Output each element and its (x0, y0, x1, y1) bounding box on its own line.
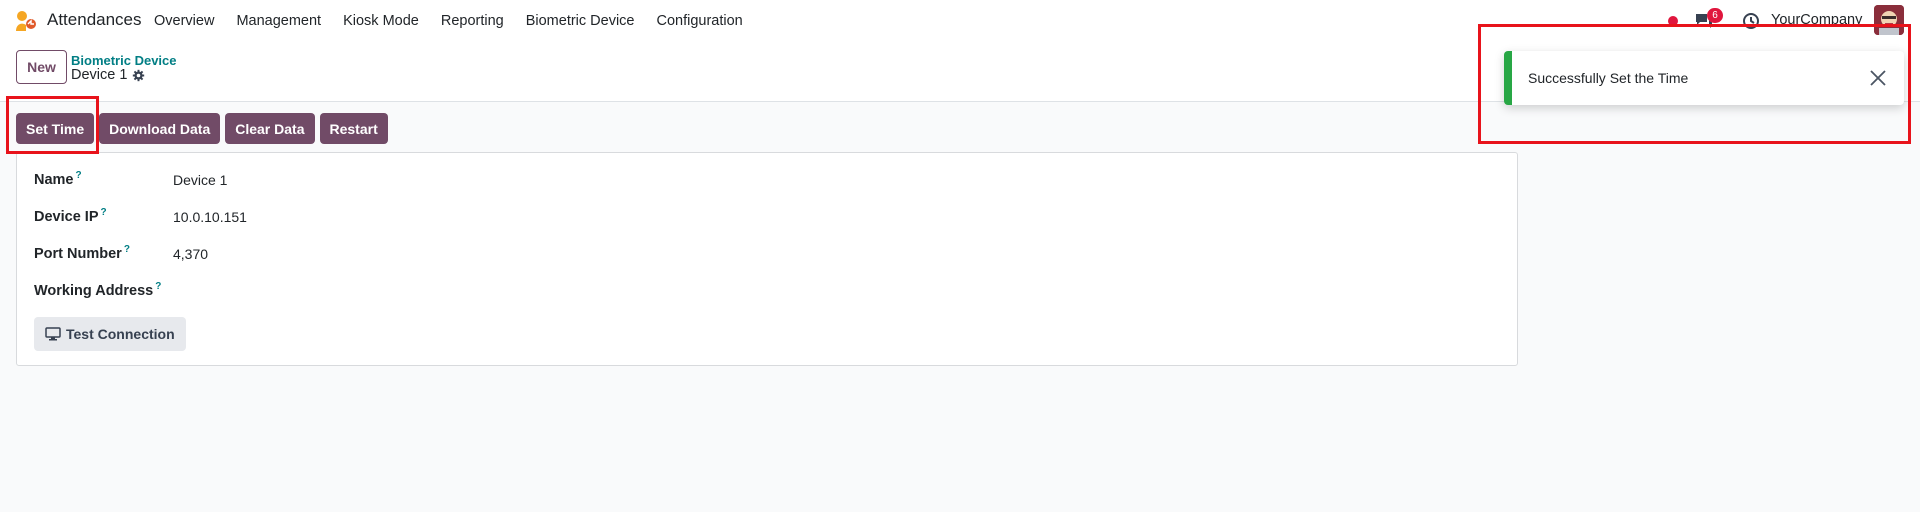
field-label: Working Address? (34, 281, 194, 299)
field-label-text: Name (34, 171, 74, 188)
app-name[interactable]: Attendances (47, 10, 142, 30)
highlight-box-notification (1478, 24, 1911, 144)
record-title: Device 1 (71, 67, 145, 83)
help-tooltip-icon[interactable]: ? (76, 170, 82, 181)
main-menu: Overview Management Kiosk Mode Reporting… (154, 0, 765, 42)
field-port-number: Port Number? 4,370 (34, 244, 208, 262)
menu-overview[interactable]: Overview (154, 13, 214, 29)
test-connection-button[interactable]: Test Connection (34, 317, 186, 351)
menu-reporting[interactable]: Reporting (441, 13, 504, 29)
clear-data-button[interactable]: Clear Data (225, 113, 315, 144)
field-label-text: Working Address (34, 282, 154, 299)
highlight-box-set-time (6, 96, 99, 154)
field-label: Device IP? (34, 207, 173, 225)
download-data-button[interactable]: Download Data (99, 113, 221, 144)
name-field[interactable]: Device 1 (173, 170, 227, 188)
field-label: Name? (34, 170, 173, 188)
monitor-icon (45, 327, 61, 341)
field-name: Name? Device 1 (34, 170, 227, 188)
field-label-text: Port Number (34, 245, 122, 262)
gear-icon[interactable] (132, 69, 145, 82)
menu-configuration[interactable]: Configuration (657, 13, 743, 29)
field-working-address: Working Address? (34, 281, 194, 299)
breadcrumb-biometric-device[interactable]: Biometric Device (71, 53, 177, 68)
attendances-app-icon[interactable] (14, 9, 38, 33)
field-device-ip: Device IP? 10.0.10.151 (34, 207, 247, 225)
help-tooltip-icon[interactable]: ? (124, 244, 130, 255)
chat-count-badge: 6 (1707, 8, 1723, 23)
test-connection-label: Test Connection (66, 326, 175, 342)
port-number-field[interactable]: 4,370 (173, 244, 208, 262)
field-label-text: Device IP (34, 208, 99, 225)
field-label: Port Number? (34, 244, 173, 262)
help-tooltip-icon[interactable]: ? (101, 207, 107, 218)
help-tooltip-icon[interactable]: ? (155, 281, 161, 292)
menu-biometric-device[interactable]: Biometric Device (526, 13, 635, 29)
menu-management[interactable]: Management (236, 13, 321, 29)
restart-button[interactable]: Restart (319, 113, 388, 144)
menu-kiosk-mode[interactable]: Kiosk Mode (343, 13, 419, 29)
new-button[interactable]: New (16, 50, 67, 84)
record-title-text: Device 1 (71, 67, 128, 83)
device-ip-field[interactable]: 10.0.10.151 (173, 207, 247, 225)
form-sheet: Name? Device 1 Device IP? 10.0.10.151 Po… (16, 152, 1518, 366)
